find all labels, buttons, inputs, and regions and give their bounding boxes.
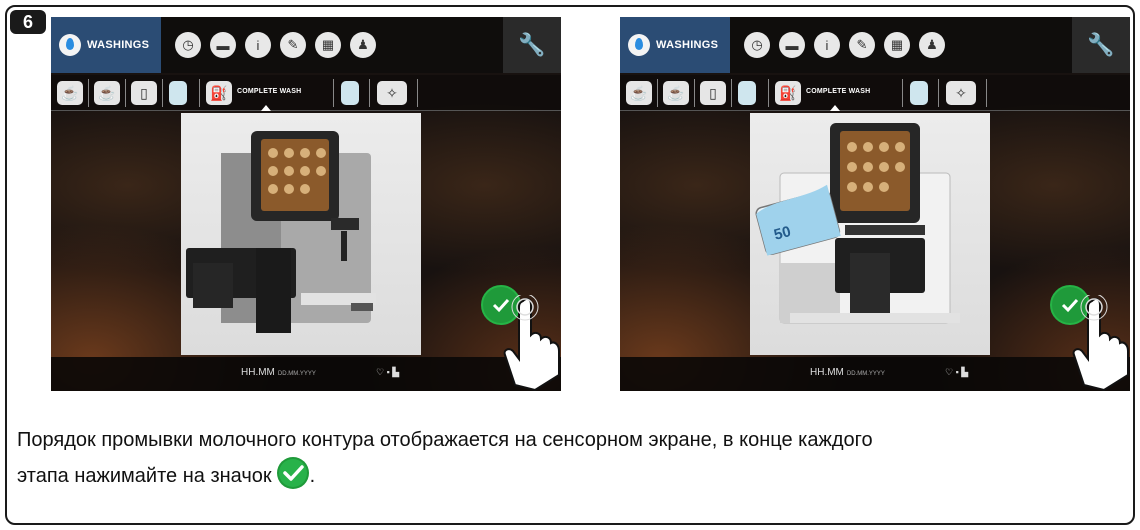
- instruction-frame: 6 WASHINGS ◷ ▬ i ✎ ▦ ♟ 🔧 ☕ ☕ ▯ ⛽ COMPLET…: [5, 5, 1135, 525]
- caption-line-2: этапа нажимайте на значок.: [17, 456, 1137, 494]
- touchscreen-right: WASHINGS ◷ ▬ i ✎ ▦ ♟ 🔧 ☕ ☕ ▯ ⛽ COMPLETE …: [620, 17, 1130, 391]
- clock-icon[interactable]: ◷: [175, 32, 201, 58]
- pencil-icon[interactable]: ✎: [849, 32, 875, 58]
- complete-wash-label[interactable]: COMPLETE WASH: [237, 88, 301, 95]
- caption-line-1: Порядок промывки молочного контура отобр…: [17, 429, 873, 451]
- wrench-icon[interactable]: 🔧: [503, 17, 561, 73]
- wash-subbar: ☕ ☕ ▯ ⛽ COMPLETE WASH ✧: [620, 75, 1130, 111]
- wrench-icon[interactable]: 🔧: [1072, 17, 1130, 73]
- footer-time: HH.MM: [241, 367, 275, 378]
- footer-date: DD.MM.YYYY: [277, 371, 316, 377]
- sparkle-icon[interactable]: ✧: [377, 81, 407, 105]
- separator: [768, 79, 769, 107]
- pencil-icon[interactable]: ✎: [280, 32, 306, 58]
- footer-clock: HH.MM DD.MM.YYYY: [810, 367, 885, 378]
- active-tab-indicator: [261, 105, 271, 111]
- separator: [125, 79, 126, 107]
- machine-photo: [181, 113, 421, 355]
- separator: [199, 79, 200, 107]
- clock-icon[interactable]: ◷: [744, 32, 770, 58]
- caption-line-2-text: этапа нажимайте на значок: [17, 465, 272, 487]
- separator: [333, 79, 334, 107]
- coffee-machine-illustration: 50: [755, 123, 960, 324]
- water-glass-icon[interactable]: [169, 81, 187, 105]
- active-tab-indicator: [830, 105, 840, 111]
- footer-time: HH.MM: [810, 367, 844, 378]
- separator: [731, 79, 732, 107]
- user-icon[interactable]: ♟: [350, 32, 376, 58]
- separator: [938, 79, 939, 107]
- check-icon: [276, 456, 309, 489]
- instruction-caption: Порядок промывки молочного контура отобр…: [17, 422, 1137, 494]
- coffee-cups-icon[interactable]: ☕: [57, 81, 83, 105]
- coffee-cup-icon[interactable]: ☕: [94, 81, 120, 105]
- separator: [902, 79, 903, 107]
- separator: [162, 79, 163, 107]
- glass-icon[interactable]: [341, 81, 359, 105]
- washings-label: WASHINGS: [656, 39, 719, 51]
- status-icons: ♡ ▪ ▙: [376, 367, 400, 377]
- calendar-icon[interactable]: ▬: [210, 32, 236, 58]
- separator: [88, 79, 89, 107]
- footer-clock: HH.MM DD.MM.YYYY: [241, 367, 316, 378]
- water-drop-icon: [628, 34, 650, 56]
- washings-label: WASHINGS: [87, 39, 150, 51]
- milk-icon[interactable]: ▯: [700, 81, 726, 105]
- washings-tab[interactable]: WASHINGS: [620, 17, 730, 73]
- sparkle-icon[interactable]: ✧: [946, 81, 976, 105]
- coffee-cups-icon[interactable]: ☕: [626, 81, 652, 105]
- coffee-cup-icon[interactable]: ☕: [663, 81, 689, 105]
- separator: [657, 79, 658, 107]
- status-footer: HH.MM DD.MM.YYYY ♡ ▪ ▙: [51, 357, 561, 391]
- screen-icon[interactable]: ▦: [884, 32, 910, 58]
- status-icons: ♡ ▪ ▙: [945, 367, 969, 377]
- complete-wash-icon[interactable]: ⛽: [775, 81, 801, 105]
- separator: [986, 79, 987, 107]
- machine-photo: 50: [750, 113, 990, 355]
- separator: [694, 79, 695, 107]
- user-icon[interactable]: ♟: [919, 32, 945, 58]
- complete-wash-label[interactable]: COMPLETE WASH: [806, 88, 870, 95]
- status-footer: HH.MM DD.MM.YYYY ♡ ▪ ▙: [620, 357, 1130, 391]
- glass-icon[interactable]: [910, 81, 928, 105]
- coffee-machine-illustration: [186, 131, 376, 333]
- complete-wash-icon[interactable]: ⛽: [206, 81, 232, 105]
- calendar-icon[interactable]: ▬: [779, 32, 805, 58]
- separator: [369, 79, 370, 107]
- milk-icon[interactable]: ▯: [131, 81, 157, 105]
- separator: [417, 79, 418, 107]
- water-glass-icon[interactable]: [738, 81, 756, 105]
- washings-tab[interactable]: WASHINGS: [51, 17, 161, 73]
- screen-icon[interactable]: ▦: [315, 32, 341, 58]
- footer-date: DD.MM.YYYY: [846, 371, 885, 377]
- touchscreen-left: WASHINGS ◷ ▬ i ✎ ▦ ♟ 🔧 ☕ ☕ ▯ ⛽ COMPLETE …: [51, 17, 561, 391]
- water-drop-icon: [59, 34, 81, 56]
- info-icon[interactable]: i: [245, 32, 271, 58]
- pointing-hand-icon: [1072, 295, 1129, 391]
- step-badge: 6: [10, 10, 46, 34]
- top-bar: WASHINGS ◷ ▬ i ✎ ▦ ♟ 🔧: [620, 17, 1130, 73]
- wash-subbar: ☕ ☕ ▯ ⛽ COMPLETE WASH ✧: [51, 75, 561, 111]
- top-bar: WASHINGS ◷ ▬ i ✎ ▦ ♟ 🔧: [51, 17, 561, 73]
- pointing-hand-icon: [503, 295, 560, 391]
- caption-line-2-end: .: [309, 465, 316, 487]
- info-icon[interactable]: i: [814, 32, 840, 58]
